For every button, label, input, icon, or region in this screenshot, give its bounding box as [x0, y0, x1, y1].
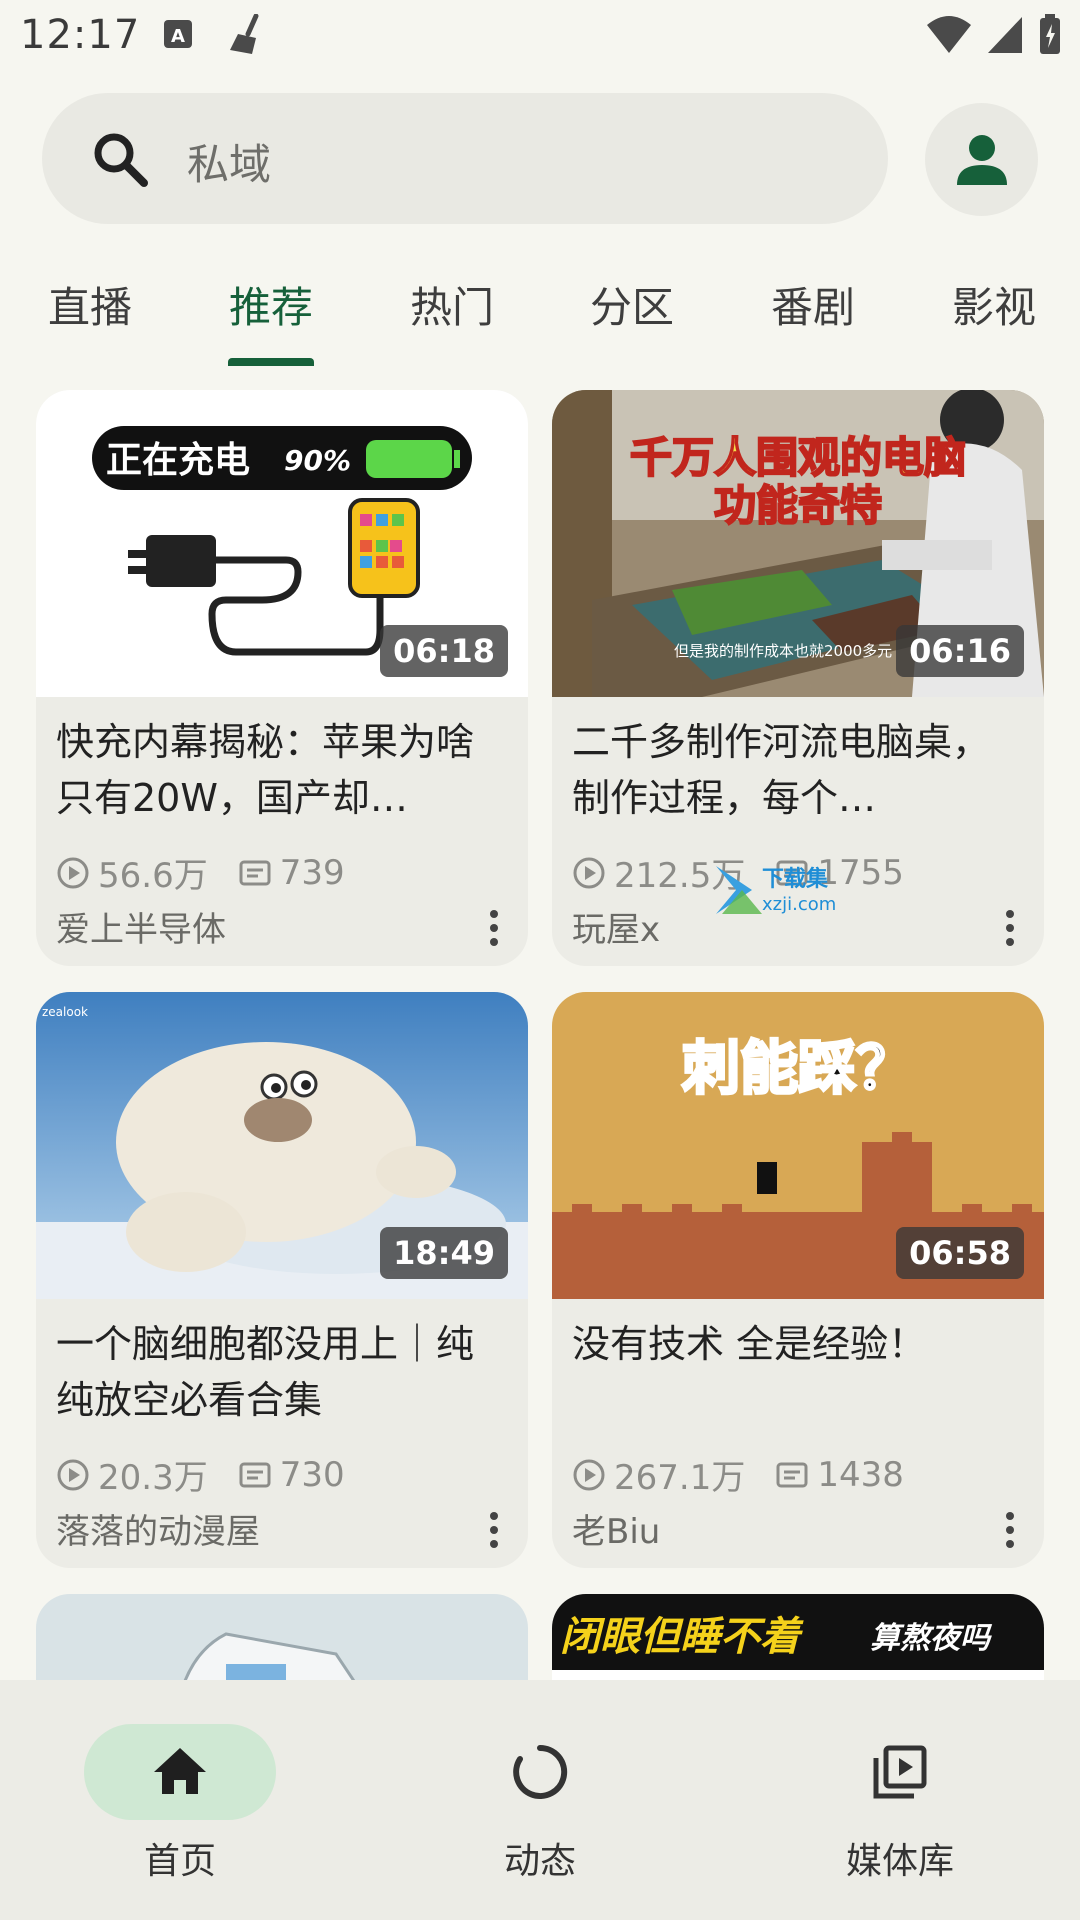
- search-icon: [90, 129, 150, 189]
- cleaner-broom-icon: [226, 13, 266, 62]
- comment-count: 730: [279, 1454, 345, 1495]
- uploader-name[interactable]: 玩屋x: [572, 902, 660, 951]
- video-thumbnail: [36, 1594, 528, 1680]
- video-card[interactable]: 千万人围观的电脑 功能奇特 但是我的制作成本也就2000多元 06:16 二千多…: [552, 390, 1044, 966]
- tab-movies[interactable]: 影视: [952, 274, 1036, 335]
- nav-library[interactable]: 媒体库: [720, 1680, 1080, 1920]
- tab-category[interactable]: 分区: [590, 274, 674, 335]
- nav-home[interactable]: 首页: [0, 1680, 360, 1920]
- video-card-partial[interactable]: [36, 1594, 528, 1680]
- video-thumbnail[interactable]: zealook 18:49: [36, 992, 528, 1299]
- video-title[interactable]: 一个脑细胞都没用上｜纯纯放空必看合集: [56, 1316, 508, 1428]
- comment-count: 1438: [817, 1454, 904, 1495]
- thumb-percent-text: 90%: [284, 444, 351, 477]
- avatar-button[interactable]: [925, 103, 1038, 216]
- more-options-icon[interactable]: [998, 908, 1022, 948]
- watermark-logo: 下载集 xzji.com: [712, 860, 862, 920]
- video-duration: 06:16: [896, 625, 1024, 677]
- video-thumbnail[interactable]: 刺能踩？ 06:58: [552, 992, 1044, 1299]
- nav-dynamic[interactable]: 动态: [360, 1680, 720, 1920]
- nav-home-label: 首页: [143, 1841, 216, 1882]
- tab-hot[interactable]: 热门: [410, 274, 494, 335]
- video-duration: 18:49: [380, 1227, 508, 1279]
- nav-library-label: 媒体库: [845, 1841, 954, 1882]
- view-count: 20.3万: [98, 1458, 208, 1498]
- more-options-icon[interactable]: [482, 1510, 506, 1550]
- view-count: 56.6万: [98, 856, 208, 896]
- thumb-caption-text: zealook: [42, 1005, 88, 1019]
- screen: 12:17 A 私域 直播 推荐 热门 分区 番剧 影视 正在充电 90% 06…: [0, 0, 1080, 1920]
- thumb-subtitle-text: 算熬夜吗: [870, 1621, 993, 1656]
- video-title[interactable]: 没有技术 全是经验！: [572, 1316, 1024, 1428]
- wifi-icon: [926, 15, 972, 59]
- video-stats: 267.1万 1438: [572, 1450, 904, 1499]
- video-card-partial[interactable]: 闭眼但睡不着 算熬夜吗: [552, 1594, 1044, 1680]
- keyboard-notification-icon: A: [162, 14, 196, 58]
- cell-signal-icon: [986, 15, 1024, 59]
- battery-charging-icon: [1038, 14, 1062, 60]
- thumb-title-text: 闭眼但睡不着: [560, 1614, 804, 1660]
- tab-bar: 直播 推荐 热门 分区 番剧 影视: [0, 262, 1080, 367]
- video-feed[interactable]: 正在充电 90% 06:18 快充内幕揭秘：苹果为啥只有20W，国产却… 56.…: [0, 390, 1080, 1680]
- uploader-name[interactable]: 老Biu: [572, 1504, 660, 1553]
- more-options-icon[interactable]: [482, 908, 506, 948]
- play-count-icon: [56, 856, 90, 890]
- bottom-navigation: 首页 动态 媒体库: [0, 1680, 1080, 1920]
- video-thumbnail[interactable]: 正在充电 90% 06:18: [36, 390, 528, 697]
- thumb-charging-text: 正在充电: [106, 440, 250, 481]
- nav-dynamic-label: 动态: [503, 1841, 576, 1882]
- more-options-icon[interactable]: [998, 1510, 1022, 1550]
- person-icon: [957, 135, 1007, 185]
- comment-count: 739: [279, 852, 345, 893]
- play-count-icon: [572, 1458, 606, 1492]
- watermark-title: 下载集: [762, 866, 829, 892]
- video-card[interactable]: zealook 18:49 一个脑细胞都没用上｜纯纯放空必看合集 20.3万 7…: [36, 992, 528, 1568]
- svg-text:A: A: [171, 26, 185, 47]
- play-count-icon: [56, 1458, 90, 1492]
- tab-recommend[interactable]: 推荐: [229, 274, 313, 335]
- status-time: 12:17: [20, 12, 141, 58]
- tab-live[interactable]: 直播: [48, 274, 132, 335]
- video-duration: 06:58: [896, 1227, 1024, 1279]
- watermark-url: xzji.com: [762, 894, 836, 915]
- search-input[interactable]: 私域: [187, 131, 271, 192]
- status-bar: 12:17 A: [0, 0, 1080, 72]
- danmaku-count-icon: [775, 1460, 809, 1490]
- thumb-subtitle-text: 功能奇特: [714, 481, 882, 530]
- video-thumbnail: 闭眼但睡不着 算熬夜吗: [552, 1594, 1044, 1680]
- video-title[interactable]: 二千多制作河流电脑桌，制作过程，每个…: [572, 714, 1024, 826]
- library-icon: [870, 1742, 930, 1802]
- search-bar[interactable]: 私域: [42, 93, 888, 224]
- video-card[interactable]: 正在充电 90% 06:18 快充内幕揭秘：苹果为啥只有20W，国产却… 56.…: [36, 390, 528, 966]
- play-count-icon: [572, 856, 606, 890]
- video-thumbnail[interactable]: 千万人围观的电脑 功能奇特 但是我的制作成本也就2000多元 06:16: [552, 390, 1044, 697]
- video-card[interactable]: 刺能踩？ 06:58 没有技术 全是经验！ 267.1万 1438 老Biu: [552, 992, 1044, 1568]
- video-stats: 20.3万 730: [56, 1450, 345, 1499]
- tab-anime[interactable]: 番剧: [771, 274, 855, 335]
- danmaku-count-icon: [238, 858, 272, 888]
- thumb-title-text: 刺能踩？: [682, 1034, 914, 1102]
- thumb-caption-text: 但是我的制作成本也就2000多元: [674, 642, 892, 660]
- video-stats: 56.6万 739: [56, 848, 345, 897]
- video-duration: 06:18: [380, 625, 508, 677]
- uploader-name[interactable]: 落落的动漫屋: [56, 1504, 260, 1553]
- uploader-name[interactable]: 爱上半导体: [56, 902, 226, 951]
- danmaku-count-icon: [238, 1460, 272, 1490]
- thumb-title-text: 千万人围观的电脑: [630, 433, 966, 482]
- active-tab-indicator: [228, 358, 314, 366]
- dynamic-icon: [510, 1742, 570, 1802]
- home-icon: [150, 1742, 210, 1802]
- view-count: 267.1万: [614, 1458, 746, 1498]
- video-title[interactable]: 快充内幕揭秘：苹果为啥只有20W，国产却…: [56, 714, 508, 826]
